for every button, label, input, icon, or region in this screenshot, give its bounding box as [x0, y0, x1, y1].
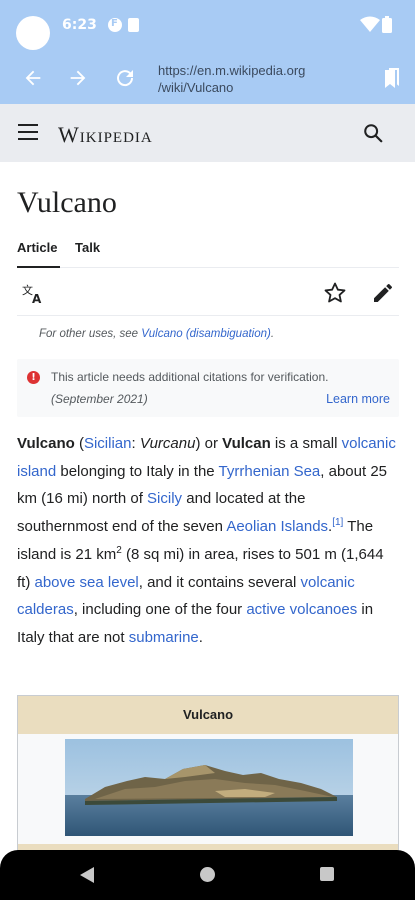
learn-more-link[interactable]: Learn more	[326, 392, 390, 406]
link-submarine[interactable]: submarine	[129, 629, 199, 646]
lead-paragraph: Vulcano (Sicilian: Vurcanu) or Vulcan is…	[17, 430, 399, 652]
warning-icon: !	[27, 371, 40, 384]
tab-article[interactable]: Article	[17, 240, 57, 255]
clipboard-notification-icon	[128, 18, 139, 32]
hatnote-suffix: .	[270, 328, 275, 340]
reload-button[interactable]	[111, 64, 139, 92]
back-button[interactable]	[19, 64, 47, 92]
reload-icon	[117, 70, 134, 87]
link-above-sea-level[interactable]: above sea level	[35, 574, 139, 591]
italic-vurcanu: Vurcanu	[139, 435, 196, 452]
system-home-icon[interactable]	[200, 867, 215, 882]
text: is a small	[270, 435, 342, 452]
active-tab-indicator	[17, 266, 60, 268]
system-recents-icon[interactable]	[320, 867, 334, 881]
notice-message: This article needs additional citations …	[51, 370, 329, 384]
notice-date: (September 2021)	[51, 392, 148, 406]
citation-notice[interactable]: ! This article needs additional citation…	[17, 359, 399, 417]
island-photo-image	[65, 739, 353, 836]
infobox-title: Vulcano	[18, 696, 398, 734]
bookmarks-button[interactable]	[378, 64, 406, 92]
logo-text: Wikipedia	[58, 122, 153, 147]
link-tyrrhenian-sea[interactable]: Tyrrhenian Sea	[219, 463, 321, 480]
system-back-icon[interactable]	[80, 867, 94, 883]
text: (	[74, 435, 84, 452]
arrow-right-icon	[70, 70, 86, 86]
menu-icon[interactable]	[18, 124, 38, 140]
app-notification-icon	[108, 18, 122, 32]
browser-chrome: 6:23 https://en.m.wikipedia.org /wiki/Vu…	[0, 0, 415, 104]
svg-text:A: A	[32, 292, 42, 306]
bookmarks-icon	[385, 68, 399, 88]
page-title: Vulcano	[17, 186, 117, 219]
browser-toolbar: https://en.m.wikipedia.org /wiki/Vulcano	[0, 52, 415, 104]
tab-talk[interactable]: Talk	[75, 240, 100, 255]
link-active-volcanoes[interactable]: active volcanoes	[246, 601, 357, 618]
article-tabs: Article Talk	[17, 238, 399, 268]
infobox: Vulcano	[17, 695, 399, 855]
hatnote-prefix: For other uses, see	[39, 328, 142, 340]
link-aeolian-islands[interactable]: Aeolian Islands	[226, 518, 328, 535]
text: ) or	[195, 435, 223, 452]
text: belonging to Italy in the	[56, 462, 219, 480]
hatnote: For other uses, see Vulcano (disambiguat…	[17, 324, 399, 344]
reference-link[interactable]: [1]	[332, 517, 343, 528]
bold-vulcan: Vulcan	[222, 435, 271, 452]
page-actions: 文 A	[17, 278, 399, 316]
link-sicilian[interactable]: Sicilian	[84, 435, 132, 452]
star-icon[interactable]	[323, 281, 347, 305]
forward-button[interactable]	[64, 64, 92, 92]
arrow-left-icon	[25, 70, 41, 86]
url-line-1: https://en.m.wikipedia.org	[158, 63, 306, 78]
text: .	[198, 628, 203, 646]
address-bar[interactable]: https://en.m.wikipedia.org /wiki/Vulcano	[158, 62, 305, 96]
wifi-icon	[360, 16, 380, 32]
text: , and it contains several	[138, 573, 301, 591]
language-icon[interactable]: 文 A	[21, 282, 45, 306]
status-time: 6:23	[62, 17, 97, 33]
bold-vulcano: Vulcano	[17, 435, 75, 452]
pencil-icon[interactable]	[371, 281, 395, 305]
search-icon[interactable]	[362, 122, 384, 144]
island-photo[interactable]	[65, 739, 353, 836]
wikipedia-logo[interactable]: Wikipedia	[58, 122, 153, 148]
battery-icon	[382, 16, 392, 33]
camera-cutout	[16, 16, 50, 50]
text: , including one of the four	[73, 601, 247, 619]
text: :	[131, 435, 140, 452]
wikipedia-header: Wikipedia	[0, 104, 415, 162]
system-navigation-bar	[0, 850, 415, 900]
url-line-2: /wiki/Vulcano	[158, 80, 234, 95]
status-bar: 6:23	[0, 0, 415, 52]
disambiguation-link[interactable]: Vulcano (disambiguation)	[141, 328, 271, 340]
link-sicily[interactable]: Sicily	[147, 490, 182, 507]
